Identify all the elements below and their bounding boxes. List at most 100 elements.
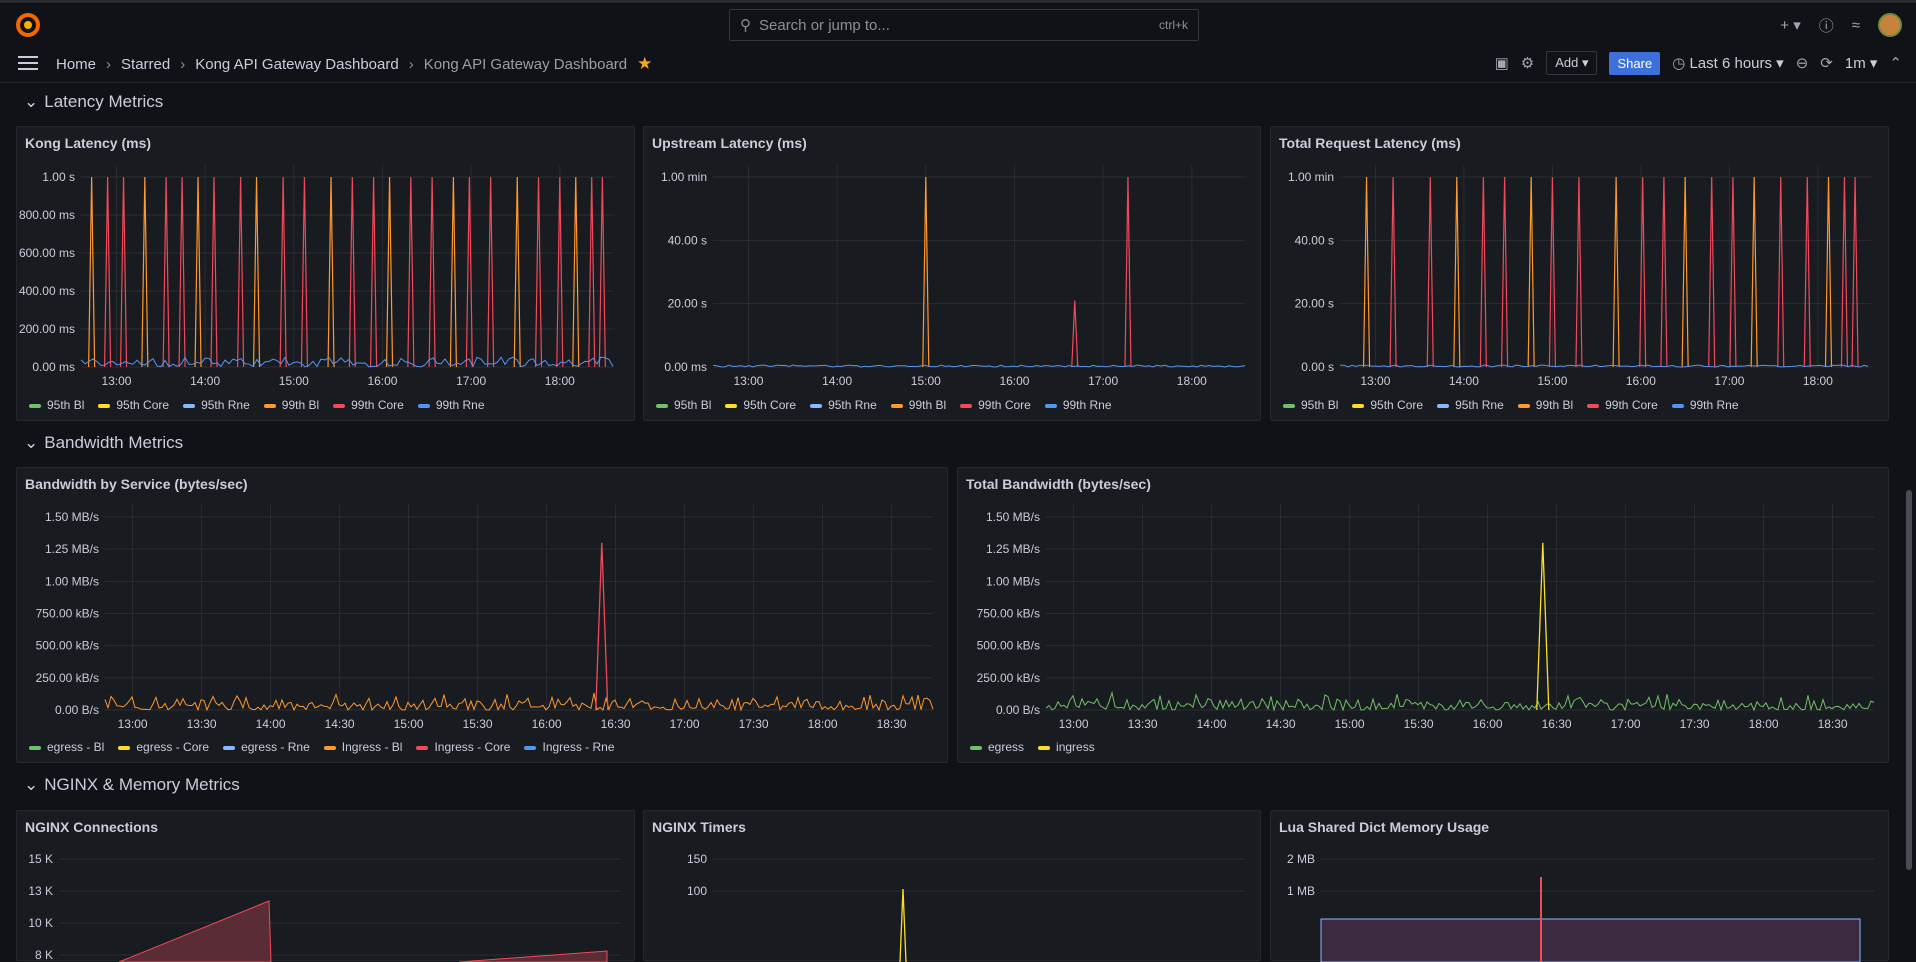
x-tick-label: 16:00: [532, 717, 562, 731]
legend-item[interactable]: egress - Bl: [29, 740, 104, 754]
legend-item[interactable]: 95th Bl: [29, 398, 84, 412]
legend-item[interactable]: 95th Bl: [656, 398, 711, 412]
y-tick-label: 40.00 s: [1295, 233, 1334, 247]
legend-item[interactable]: egress: [970, 740, 1024, 754]
star-icon[interactable]: ★: [637, 54, 652, 74]
legend-item[interactable]: egress - Rne: [223, 740, 310, 754]
refresh-interval-picker[interactable]: 1m ▾: [1845, 54, 1878, 72]
section-latency[interactable]: ⌄ Latency Metrics: [24, 92, 163, 112]
y-tick-label: 0.00 s: [1301, 360, 1334, 374]
legend-item[interactable]: 99th Rne: [418, 398, 485, 412]
add-button[interactable]: Add ▾: [1546, 51, 1597, 75]
y-tick-label: 1.00 s: [42, 170, 75, 184]
legend-item[interactable]: Ingress - Bl: [324, 740, 403, 754]
panel-nginx-connections[interactable]: NGINX Connections 15 K 13 K 10 K8 K: [16, 810, 635, 961]
series-spike: [371, 177, 377, 367]
chart-svg: 1.00 min40.00 s20.00 s0.00 ms13:00 14:00 1…: [644, 127, 1262, 422]
legend-item[interactable]: Ingress - Rne: [524, 740, 614, 754]
x-tick-label: 17:00: [1088, 374, 1118, 388]
zoom-out-icon[interactable]: ⊖: [1796, 54, 1809, 72]
refresh-icon[interactable]: ⟳: [1820, 54, 1833, 72]
search-shortcut: ctrl+k: [1159, 18, 1188, 32]
avatar[interactable]: [1878, 13, 1902, 37]
chart-svg: 1.00 s800.00 ms600.00 ms400.00 ms200.00 …: [17, 127, 636, 422]
series-spike: [1502, 177, 1508, 367]
breadcrumb-home[interactable]: Home: [56, 56, 96, 73]
y-tick-label: 1.00 MB/s: [45, 574, 99, 588]
series-spike: [1709, 177, 1715, 367]
legend-item[interactable]: 99th Bl: [264, 398, 319, 412]
add-new-icon[interactable]: + ▾: [1780, 16, 1800, 34]
y-tick-label: 1.00 min: [661, 170, 707, 184]
legend-item[interactable]: 95th Rne: [1437, 398, 1504, 412]
legend: egress ingress: [970, 740, 1095, 754]
x-tick-label: 18:30: [1818, 717, 1848, 731]
breadcrumb-folder[interactable]: Kong API Gateway Dashboard: [195, 56, 398, 73]
scrollbar[interactable]: [1906, 490, 1912, 870]
legend-item[interactable]: 95th Core: [98, 398, 169, 412]
chart-svg: 2 MB 1 MB: [1271, 811, 1890, 962]
y-tick-label: 250.00 kB/s: [977, 671, 1040, 685]
panel-nginx-timers[interactable]: NGINX Timers 150 100: [643, 810, 1261, 961]
legend-item[interactable]: 99th Core: [1587, 398, 1658, 412]
collapse-icon[interactable]: ⌃: [1889, 54, 1902, 72]
legend-item[interactable]: 95th Core: [1352, 398, 1423, 412]
grafana-logo-icon[interactable]: [14, 11, 42, 39]
menu-icon[interactable]: [18, 56, 38, 70]
legend-item[interactable]: Ingress - Core: [416, 740, 510, 754]
series-spike: [514, 177, 520, 367]
breadcrumb: Home › Starred › Kong API Gateway Dashboar…: [56, 54, 652, 74]
x-tick-label: 15:00: [279, 374, 309, 388]
series-spike: [89, 177, 95, 367]
gear-icon[interactable]: ⚙: [1521, 54, 1534, 72]
chart-svg: 1.00 min40.00 s20.00 s0.00 s13:00 14:00 15…: [1271, 127, 1890, 422]
panel-total-request-latency-ms-[interactable]: Total Request Latency (ms) 1.00 min 40.00 …: [1270, 126, 1889, 421]
legend-item[interactable]: 95th Rne: [810, 398, 877, 412]
legend-item[interactable]: ingress: [1038, 740, 1095, 754]
legend-item[interactable]: 99th Bl: [891, 398, 946, 412]
legend-item[interactable]: 99th Core: [333, 398, 404, 412]
legend-item[interactable]: 95th Core: [725, 398, 796, 412]
section-bandwidth[interactable]: ⌄ Bandwidth Metrics: [24, 433, 183, 453]
section-nginx-memory[interactable]: ⌄ NGINX & Memory Metrics: [24, 775, 240, 795]
save-icon[interactable]: ▣: [1495, 54, 1509, 72]
panel-kong-latency-ms-[interactable]: Kong Latency (ms) 1.00 s 800.00 ms 600.00 m…: [16, 126, 635, 421]
search-input[interactable]: ⚲ Search or jump to... ctrl+k: [729, 9, 1199, 41]
chart-svg: 15 K13 K10 K8 K: [17, 811, 636, 962]
legend-item[interactable]: 95th Bl: [1283, 398, 1338, 412]
series-line: [1340, 365, 1868, 367]
x-tick-label: 13:00: [101, 374, 131, 388]
x-tick-label: 14:00: [1449, 374, 1479, 388]
x-tick-label: 14:30: [1266, 717, 1296, 731]
legend-item[interactable]: 99th Rne: [1045, 398, 1112, 412]
legend-item[interactable]: 99th Core: [960, 398, 1031, 412]
series-spike: [536, 177, 542, 367]
legend-item[interactable]: 95th Rne: [183, 398, 250, 412]
series-spike: [121, 177, 127, 367]
panel-upstream-latency-ms-[interactable]: Upstream Latency (ms) 1.00 min 40.00 s 20.0…: [643, 126, 1261, 421]
share-button[interactable]: Share: [1609, 52, 1660, 75]
search-placeholder: Search or jump to...: [759, 17, 890, 34]
x-tick-label: 18:30: [877, 717, 907, 731]
series-spike: [301, 177, 307, 367]
panel-lua-shared-dict-memory-usage[interactable]: Lua Shared Dict Memory Usage 2 MB 1 MB: [1270, 810, 1889, 961]
y-tick-label: 1.25 MB/s: [45, 542, 99, 556]
chevron-down-icon: ⌄: [24, 775, 38, 795]
y-tick-label: 15 K: [28, 852, 53, 866]
series-spike: [142, 177, 148, 367]
panel-total-bandwidth-bytes-sec-[interactable]: Total Bandwidth (bytes/sec) 1.50 MB/s 1.25…: [957, 467, 1889, 763]
help-icon[interactable]: ⓘ: [1819, 15, 1834, 36]
legend-item[interactable]: egress - Core: [118, 740, 209, 754]
breadcrumb-starred[interactable]: Starred: [121, 56, 170, 73]
time-range-picker[interactable]: ◷ Last 6 hours ▾: [1672, 54, 1784, 72]
series-spike: [1454, 177, 1460, 367]
series-spike: [349, 177, 355, 367]
y-tick-label: 0.00 B/s: [996, 703, 1040, 717]
x-tick-label: 13:30: [1128, 717, 1158, 731]
legend-item[interactable]: 99th Bl: [1518, 398, 1573, 412]
x-tick-label: 13:00: [1059, 717, 1089, 731]
y-tick-label: 400.00 ms: [19, 284, 75, 298]
legend-item[interactable]: 99th Rne: [1672, 398, 1739, 412]
panel-bandwidth-by-service-bytes-sec-[interactable]: Bandwidth by Service (bytes/sec) 1.50 MB/…: [16, 467, 948, 763]
news-feed-icon[interactable]: ≈: [1852, 17, 1860, 34]
